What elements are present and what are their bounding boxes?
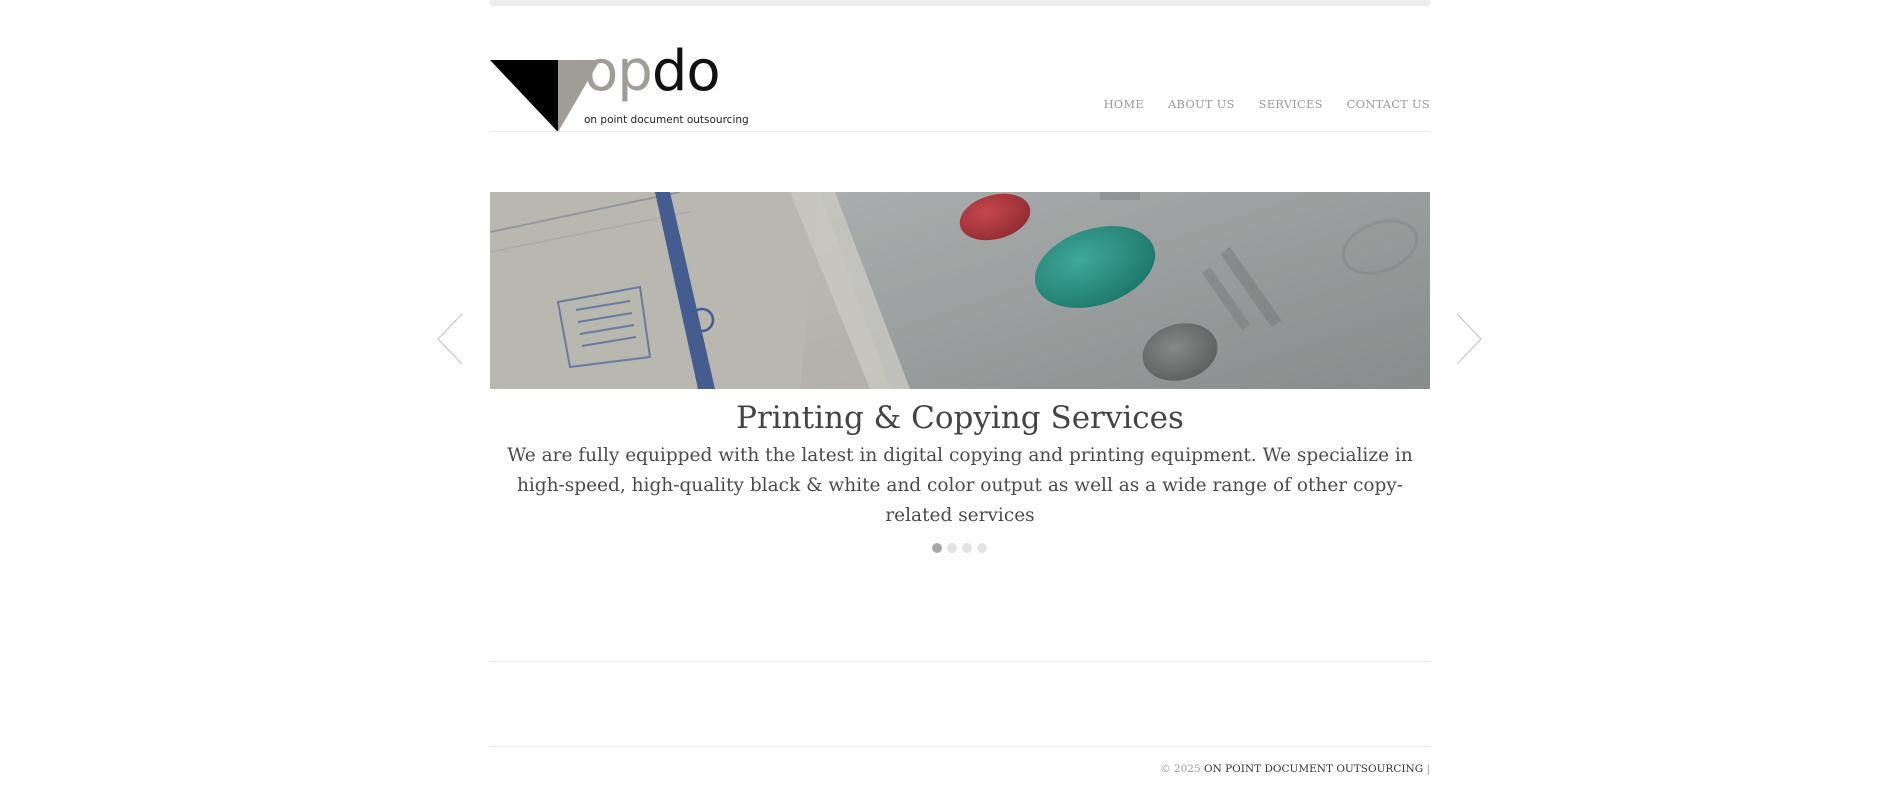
slide-description: We are fully equipped with the latest in… — [507, 445, 1413, 526]
nav-item-contact-us[interactable]: CONTACT US — [1347, 97, 1430, 111]
footer-copyright: © 2025 — [1160, 763, 1201, 775]
page: opdo on point document outsourcing HOME … — [0, 0, 1902, 802]
content-divider — [490, 661, 1430, 662]
slider-dot-1[interactable] — [932, 543, 942, 553]
main-nav: HOME ABOUT US SERVICES CONTACT US — [1104, 97, 1430, 111]
slider-dot-3[interactable] — [962, 543, 972, 553]
site-logo[interactable]: opdo on point document outsourcing — [490, 44, 749, 132]
nav-item-about-us[interactable]: ABOUT US — [1168, 97, 1235, 111]
logo-op: op — [584, 39, 653, 104]
slide-title: Printing & Copying Services — [736, 400, 1184, 436]
nav-item-services[interactable]: SERVICES — [1259, 97, 1323, 111]
logo-do: do — [651, 39, 721, 104]
footer: © 2025 ON POINT DOCUMENT OUTSOURCING | — [1160, 763, 1430, 775]
logo-wordmark: opdo — [584, 44, 721, 100]
logo-tagline: on point document outsourcing — [584, 114, 749, 126]
footer-separator: | — [1426, 763, 1430, 775]
slider-dot-2[interactable] — [947, 543, 957, 553]
chevron-left-icon[interactable] — [436, 312, 464, 370]
slider-pagination — [932, 543, 987, 553]
footer-divider — [490, 746, 1430, 747]
nav-item-home[interactable]: HOME — [1104, 97, 1144, 111]
chevron-right-icon[interactable] — [1455, 312, 1483, 370]
slide-image — [490, 192, 1430, 389]
top-bar — [490, 0, 1430, 6]
slider-dot-4[interactable] — [977, 543, 987, 553]
header-divider — [490, 131, 1430, 132]
footer-company-link[interactable]: ON POINT DOCUMENT OUTSOURCING — [1204, 763, 1423, 775]
